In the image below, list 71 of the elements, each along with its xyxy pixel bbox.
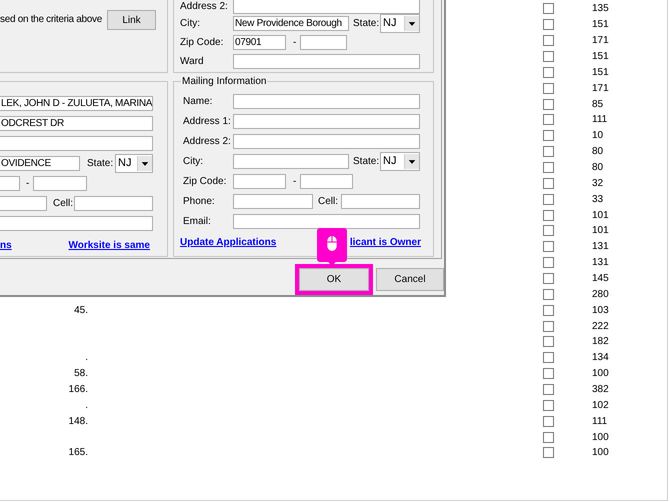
table-cell-text: 103 <box>592 304 609 318</box>
table-cell-text: 145 <box>592 272 609 286</box>
table-cell-text: 166. <box>68 383 88 398</box>
table-cell-text: 134 <box>592 351 609 366</box>
dialog-button[interactable]: Cancel <box>376 268 444 291</box>
field-label: State: <box>353 155 380 168</box>
table-cell-text: 85 <box>592 98 604 112</box>
table-cell-text: 111 <box>592 113 608 128</box>
field-label: Address 1: <box>183 115 232 128</box>
table-cell-text: 131 <box>592 240 609 254</box>
input-field[interactable]: ODCREST DR <box>0 116 153 131</box>
field-label: City: <box>183 155 204 168</box>
field-label: - <box>293 36 298 49</box>
table-cell-text: 10 <box>592 129 604 144</box>
link-button[interactable]: Link <box>107 10 156 30</box>
field-label: Address 2: <box>183 135 232 148</box>
field-label: State: <box>87 157 114 170</box>
field-label: Cell: <box>318 195 340 208</box>
table-cell-text: 80 <box>592 161 604 176</box>
field-label: - <box>293 175 298 188</box>
input-field[interactable]: LEK, JOHN D - ZULUETA, MARINA <box>0 96 153 111</box>
table-cell-text: 135 <box>592 2 609 16</box>
table-cell-text: 222 <box>592 320 609 334</box>
table-cell-text: 151 <box>592 18 609 32</box>
table-cell-text: 280 <box>592 288 609 302</box>
link[interactable]: Worksite is same <box>68 238 150 253</box>
table-cell-text: 165. <box>68 446 88 460</box>
state-dropdown[interactable]: NJ <box>115 154 153 173</box>
field-label: Ward <box>180 55 205 68</box>
group-title: Mailing Information <box>181 75 268 88</box>
field-label: Email: <box>183 215 212 228</box>
input-field[interactable]: OVIDENCE <box>0 156 80 171</box>
link[interactable]: Update Applications <box>180 235 276 250</box>
field-label: Zip Code: <box>183 175 228 188</box>
table-cell-text: 151 <box>592 50 609 64</box>
table-cell-text: 45. <box>74 304 88 318</box>
field-label: Phone: <box>183 195 216 208</box>
table-cell-text: 80 <box>592 145 604 160</box>
state-dropdown[interactable]: NJ <box>380 14 420 33</box>
table-cell-text: . <box>85 398 88 413</box>
link[interactable]: ns <box>0 238 12 253</box>
table-cell-text: 171 <box>592 34 609 48</box>
link[interactable]: licant is Owner <box>350 235 421 250</box>
state-dropdown[interactable]: NJ <box>380 152 420 171</box>
table-cell-text: 111 <box>592 414 608 429</box>
table-cell-text: 33 <box>592 192 604 207</box>
input-field[interactable]: New Providence Borough <box>233 16 349 31</box>
table-cell-text: 182 <box>592 335 609 350</box>
table-cell-text: 101 <box>592 224 609 238</box>
table-cell-text: 32 <box>592 176 604 191</box>
table-cell-text: . <box>85 351 88 366</box>
field-label: Address 2: <box>180 0 229 12</box>
field-label: City: <box>180 17 201 30</box>
table-cell-text: 151 <box>592 66 609 80</box>
table-cell-text: 382 <box>592 383 609 398</box>
table-cell-text: 102 <box>592 398 609 413</box>
field-label: State: <box>353 17 380 30</box>
field-label: - <box>26 177 30 190</box>
criteria-text: sed on the criteria above <box>0 13 104 27</box>
table-cell-text: 100 <box>592 430 609 445</box>
table-cell-text: 171 <box>592 82 609 96</box>
input-field[interactable]: 07901 <box>233 35 286 50</box>
table-cell-text: 131 <box>592 256 609 270</box>
table-cell-text: 100 <box>592 446 609 460</box>
table-cell-text: 101 <box>592 208 609 223</box>
field-label: Zip Code: <box>180 36 224 49</box>
table-cell-text: 58. <box>74 367 88 382</box>
field-label: Name: <box>183 95 214 108</box>
field-label: Cell: <box>53 197 74 210</box>
table-cell-text: 148. <box>68 414 88 429</box>
table-cell-text: 100 <box>592 367 609 382</box>
